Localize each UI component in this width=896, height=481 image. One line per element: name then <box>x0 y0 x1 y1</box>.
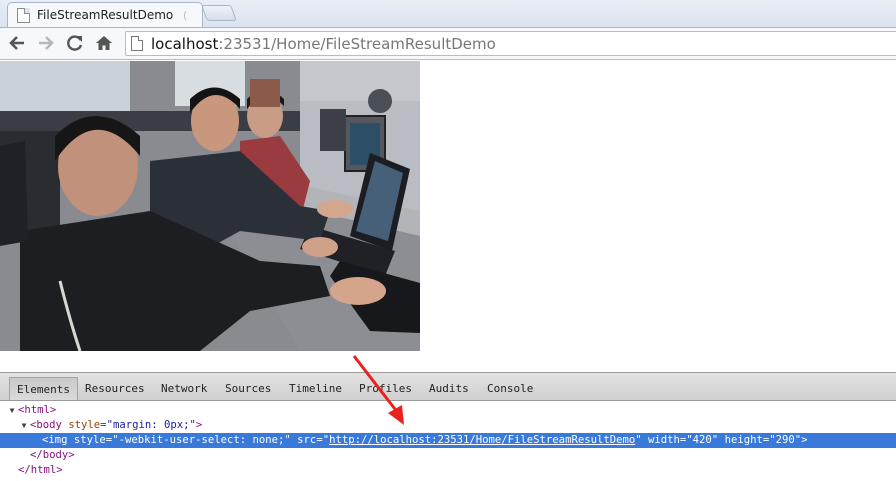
tab-profiles[interactable]: Profiles <box>352 377 419 400</box>
dom-node-body[interactable]: ▼ <body style="margin: 0px;"> <box>0 418 896 433</box>
tab-resources[interactable]: Resources <box>78 377 152 400</box>
page-image <box>0 61 420 351</box>
dom-node-img[interactable]: <img style="-webkit-user-select: none;" … <box>0 433 896 448</box>
devtools-panel: Elements Resources Network Sources Timel… <box>0 372 896 481</box>
tab-sources[interactable]: Sources <box>218 377 278 400</box>
tab-close-icon[interactable]: ( <box>183 9 187 22</box>
url-path: :23531/Home/FileStreamResultDemo <box>218 34 496 53</box>
tab-timeline[interactable]: Timeline <box>282 377 349 400</box>
devtools-tab-bar: Elements Resources Network Sources Timel… <box>0 372 896 401</box>
reload-button[interactable] <box>62 30 88 56</box>
address-bar[interactable]: localhost:23531/Home/FileStreamResultDem… <box>125 31 896 56</box>
favicon-icon <box>17 7 30 23</box>
new-tab-button[interactable] <box>201 5 237 21</box>
home-button[interactable] <box>91 30 117 56</box>
reload-icon <box>67 35 83 51</box>
dom-node-html-close[interactable]: </html> <box>0 463 896 478</box>
page-icon <box>131 36 143 51</box>
dom-node-body-close[interactable]: </body> <box>0 448 896 463</box>
url-host: localhost <box>151 34 219 53</box>
url-text: localhost:23531/Home/FileStreamResultDem… <box>151 35 496 53</box>
forward-arrow-icon <box>39 36 54 50</box>
browser-tab[interactable]: FileStreamResultDemo ( <box>7 2 203 27</box>
tab-console[interactable]: Console <box>480 377 540 400</box>
dom-node-html[interactable]: ▼ <html> <box>0 403 896 418</box>
office-photo <box>0 61 420 351</box>
tab-strip: FileStreamResultDemo ( <box>0 0 896 27</box>
tab-title: FileStreamResultDemo <box>37 8 174 22</box>
img-src-link[interactable]: http://localhost:23531/Home/FileStreamRe… <box>329 434 635 446</box>
tab-elements[interactable]: Elements <box>9 377 78 400</box>
back-button[interactable] <box>4 30 30 56</box>
expand-triangle-icon[interactable]: ▼ <box>6 403 18 418</box>
page-viewport <box>0 61 896 372</box>
expand-triangle-icon[interactable]: ▼ <box>18 418 30 433</box>
browser-toolbar: localhost:23531/Home/FileStreamResultDem… <box>0 27 896 60</box>
tab-audits[interactable]: Audits <box>422 377 476 400</box>
home-icon <box>96 36 112 50</box>
back-arrow-icon <box>9 36 24 50</box>
forward-button[interactable] <box>33 30 59 56</box>
dom-tree: ▼ <html> ▼ <body style="margin: 0px;"> <im… <box>0 402 896 481</box>
tab-network[interactable]: Network <box>154 377 214 400</box>
